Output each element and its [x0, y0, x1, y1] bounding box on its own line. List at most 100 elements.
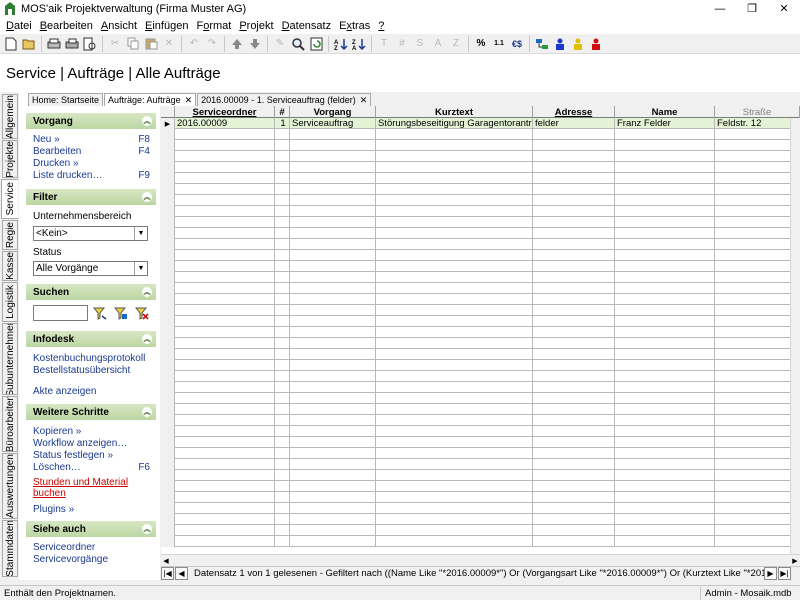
- paste-icon[interactable]: [142, 35, 160, 53]
- table-cell[interactable]: [715, 382, 800, 393]
- table-cell[interactable]: [376, 404, 533, 415]
- table-cell[interactable]: [533, 261, 615, 272]
- table-cell[interactable]: [275, 448, 290, 459]
- table-row[interactable]: [161, 514, 800, 525]
- decimals-icon[interactable]: 1.1: [490, 35, 508, 53]
- row-selector[interactable]: [161, 404, 175, 415]
- table-cell[interactable]: felder: [533, 118, 615, 129]
- table-cell[interactable]: [533, 206, 615, 217]
- table-cell[interactable]: [275, 151, 290, 162]
- table-cell[interactable]: [533, 228, 615, 239]
- row-selector[interactable]: [161, 151, 175, 162]
- table-cell[interactable]: [175, 217, 275, 228]
- table-cell[interactable]: [615, 382, 715, 393]
- table-cell[interactable]: [715, 195, 800, 206]
- table-cell[interactable]: [275, 272, 290, 283]
- table-row[interactable]: [161, 525, 800, 536]
- previous-record-icon[interactable]: ◀: [175, 567, 188, 580]
- table-cell[interactable]: [290, 481, 376, 492]
- table-cell[interactable]: [290, 316, 376, 327]
- row-selector[interactable]: [161, 481, 175, 492]
- number-format-icon[interactable]: #: [393, 35, 411, 53]
- table-cell[interactable]: [376, 228, 533, 239]
- row-selector[interactable]: ▶: [161, 118, 175, 129]
- table-cell[interactable]: [376, 470, 533, 481]
- side-tab-service[interactable]: Service: [1, 179, 18, 219]
- table-cell[interactable]: [175, 481, 275, 492]
- table-cell[interactable]: Feldstr. 12: [715, 118, 800, 129]
- table-cell[interactable]: [715, 360, 800, 371]
- column-header[interactable]: Kurztext: [376, 106, 533, 118]
- row-selector[interactable]: [161, 459, 175, 470]
- row-selector[interactable]: [161, 195, 175, 206]
- table-row[interactable]: [161, 283, 800, 294]
- table-cell[interactable]: [275, 437, 290, 448]
- copy-icon[interactable]: [124, 35, 142, 53]
- table-cell[interactable]: [376, 217, 533, 228]
- table-cell[interactable]: [275, 503, 290, 514]
- row-selector[interactable]: [161, 272, 175, 283]
- row-selector[interactable]: [161, 514, 175, 525]
- table-cell[interactable]: [615, 228, 715, 239]
- link-akte-anzeigen[interactable]: Akte anzeigen: [19, 385, 160, 397]
- column-header[interactable]: #: [275, 106, 290, 118]
- table-cell[interactable]: [715, 470, 800, 481]
- first-record-icon[interactable]: |◀: [161, 567, 174, 580]
- table-cell[interactable]: [376, 393, 533, 404]
- table-cell[interactable]: [615, 283, 715, 294]
- table-cell[interactable]: [175, 184, 275, 195]
- table-cell[interactable]: [615, 481, 715, 492]
- table-cell[interactable]: [715, 228, 800, 239]
- table-cell[interactable]: [615, 239, 715, 250]
- table-cell[interactable]: [533, 305, 615, 316]
- row-selector[interactable]: [161, 371, 175, 382]
- table-cell[interactable]: [175, 514, 275, 525]
- table-cell[interactable]: [615, 206, 715, 217]
- close-icon[interactable]: ✕: [360, 95, 368, 106]
- table-cell[interactable]: [533, 404, 615, 415]
- table-cell[interactable]: [715, 327, 800, 338]
- table-cell[interactable]: [275, 239, 290, 250]
- row-selector[interactable]: [161, 327, 175, 338]
- table-cell[interactable]: [715, 448, 800, 459]
- table-row[interactable]: [161, 404, 800, 415]
- table-cell[interactable]: [290, 393, 376, 404]
- print-multiple-icon[interactable]: [63, 35, 81, 53]
- find-icon[interactable]: [289, 35, 307, 53]
- table-cell[interactable]: [376, 250, 533, 261]
- table-cell[interactable]: [715, 250, 800, 261]
- table-cell[interactable]: [533, 393, 615, 404]
- table-cell[interactable]: [275, 525, 290, 536]
- table-cell[interactable]: [376, 360, 533, 371]
- column-header[interactable]: Adresse: [533, 106, 615, 118]
- table-cell[interactable]: [290, 437, 376, 448]
- side-tab-bueroarbeiten[interactable]: Büroarbeiten: [2, 396, 18, 452]
- table-cell[interactable]: [615, 250, 715, 261]
- table-cell[interactable]: [290, 536, 376, 547]
- link-liste-drucken[interactable]: Liste drucken… F9: [19, 169, 160, 181]
- table-cell[interactable]: [290, 349, 376, 360]
- chevron-up-icon[interactable]: ︽: [142, 116, 152, 126]
- table-row[interactable]: [161, 129, 800, 140]
- table-cell[interactable]: [376, 140, 533, 151]
- chevron-up-icon[interactable]: ︽: [142, 192, 152, 202]
- menu-einfuegen[interactable]: Einfügen: [141, 20, 192, 32]
- row-selector[interactable]: [161, 283, 175, 294]
- table-cell[interactable]: [615, 140, 715, 151]
- table-cell[interactable]: [615, 349, 715, 360]
- table-cell[interactable]: [615, 129, 715, 140]
- table-cell[interactable]: [376, 514, 533, 525]
- table-cell[interactable]: [715, 151, 800, 162]
- table-row[interactable]: [161, 503, 800, 514]
- side-tab-projekte[interactable]: Projekte: [2, 140, 18, 178]
- table-row[interactable]: [161, 459, 800, 470]
- table-cell[interactable]: [715, 371, 800, 382]
- table-cell[interactable]: [290, 492, 376, 503]
- table-cell[interactable]: [175, 426, 275, 437]
- table-cell[interactable]: [715, 294, 800, 305]
- row-selector[interactable]: [161, 228, 175, 239]
- menu-bearbeiten[interactable]: Bearbeiten: [36, 20, 97, 32]
- table-cell[interactable]: [376, 327, 533, 338]
- row-selector[interactable]: [161, 437, 175, 448]
- horizontal-scrollbar[interactable]: ◀ ▶: [161, 554, 800, 565]
